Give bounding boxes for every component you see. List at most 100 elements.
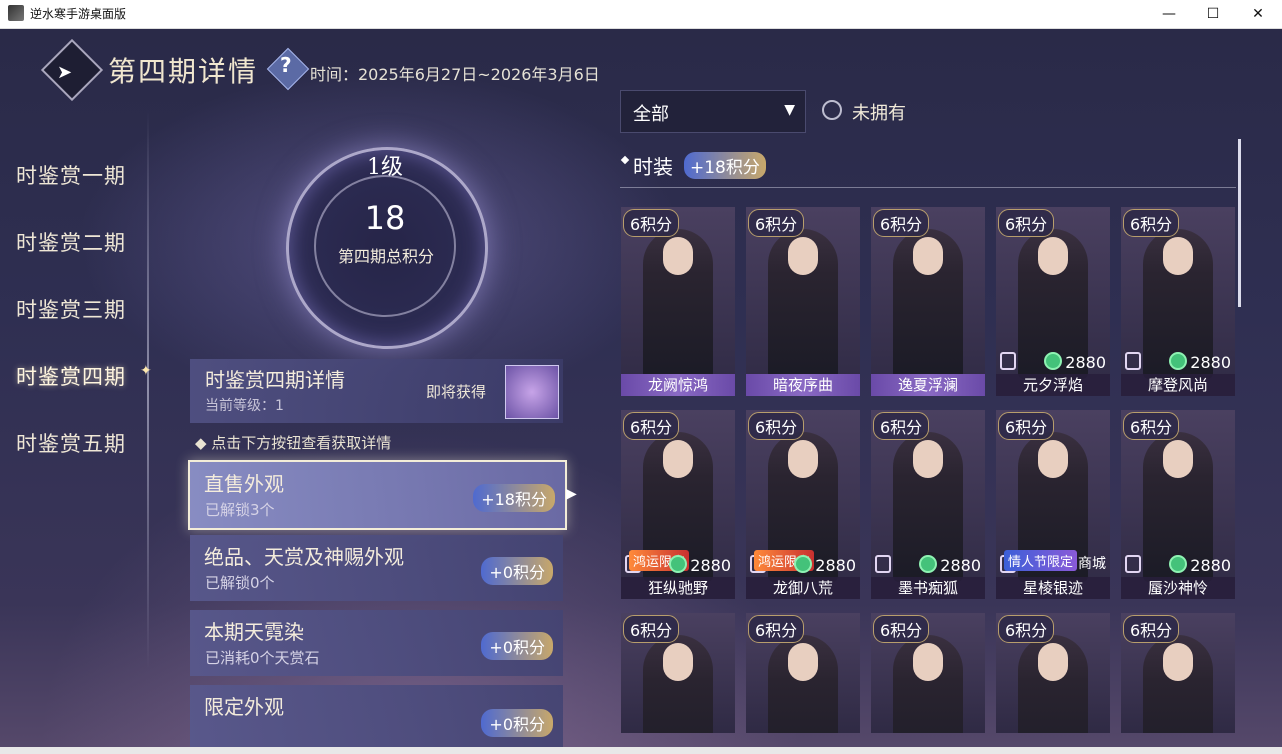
coming-soon-label: 即将获得 <box>426 383 487 401</box>
costume-card[interactable]: 6积分 2880 摩登风尚 <box>1121 207 1235 396</box>
costume-face <box>663 237 693 275</box>
costume-face <box>788 237 818 275</box>
window-titlebar: 逆水寒手游桌面版 — ☐ ✕ <box>0 0 1282 29</box>
costume-card[interactable]: 6积分 暗夜序曲 <box>746 207 860 396</box>
costume-face <box>1163 440 1193 478</box>
close-button[interactable]: ✕ <box>1235 0 1281 28</box>
costume-card[interactable]: 6积分逸夏浮澜 <box>871 207 985 396</box>
costume-card[interactable]: 6积分 情人节限定 商城 星棱银迹 <box>996 410 1110 599</box>
lock-icon <box>1125 555 1141 573</box>
nav-item-period-1[interactable]: 时鉴赏一期 <box>16 160 126 190</box>
nav-item-period-4[interactable]: 时鉴赏四期 <box>16 361 126 391</box>
category-points: +18积分 <box>473 484 555 512</box>
grid-scrollbar[interactable] <box>1238 139 1241 307</box>
costume-card[interactable]: 6积分 龙阙惊鸿 <box>621 207 735 396</box>
current-level: 当前等级：1 <box>205 398 284 414</box>
costume-face <box>1038 440 1068 478</box>
costume-face <box>913 440 943 478</box>
lock-icon <box>1000 352 1016 370</box>
costume-card[interactable]: 6积分 <box>746 613 860 733</box>
lock-icon <box>1125 352 1141 370</box>
costume-points: 6积分 <box>623 412 680 440</box>
costume-name: 蜃沙神怜 <box>1121 577 1235 599</box>
maximize-button[interactable]: ☐ <box>1190 0 1236 28</box>
jade-coin-icon <box>1169 555 1188 573</box>
costume-card[interactable]: 6积分 2880 蜃沙神怜 <box>1121 410 1235 599</box>
price-value: 2880 <box>1190 556 1231 575</box>
costume-card[interactable]: 6积分 <box>996 613 1110 733</box>
costume-face <box>913 643 943 681</box>
costume-face <box>663 643 693 681</box>
app-icon <box>8 5 24 21</box>
category-dye[interactable]: 本期天霓染 已消耗0个天赏石 +0积分 <box>190 610 563 676</box>
costume-card[interactable]: 6积分 <box>621 613 735 733</box>
back-arrow-icon: ➤ <box>57 62 73 83</box>
hint-text: ◆ 点击下方按钮查看获取详情 <box>195 434 392 452</box>
active-indicator-icon: ✦ <box>140 363 152 379</box>
costume-points: 6积分 <box>623 209 680 237</box>
costume-price: 2880 <box>669 555 731 575</box>
costume-face <box>788 643 818 681</box>
nav-item-period-2[interactable]: 时鉴赏二期 <box>16 227 126 257</box>
costume-card[interactable]: 6积分 鸿运限定 2880 狂纵驰野 <box>621 410 735 599</box>
price-value: 2880 <box>1190 353 1231 372</box>
costume-name: 逸夏浮澜 <box>871 374 985 396</box>
costume-points: 6积分 <box>873 209 930 237</box>
chevron-down-icon: ▼ <box>784 102 795 118</box>
price-value: 2880 <box>815 556 856 575</box>
costume-card[interactable]: 6积分 <box>871 613 985 733</box>
price-value: 2880 <box>940 556 981 575</box>
jade-coin-icon <box>1169 352 1188 370</box>
filter-value: 全部 <box>633 104 669 125</box>
category-points: +0积分 <box>481 557 553 585</box>
category-sub: 已解锁0个 <box>205 574 275 592</box>
category-limited[interactable]: 限定外观 +0积分 <box>190 685 563 747</box>
category-title: 绝品、天赏及神赐外观 <box>204 545 404 569</box>
selected-arrow-icon: ▶ <box>566 486 577 502</box>
costume-price: 2880 <box>1169 555 1231 575</box>
price-value: 2880 <box>690 556 731 575</box>
jade-coin-icon <box>1044 352 1063 370</box>
costume-name: 元夕浮焰 <box>996 374 1110 396</box>
costume-face <box>1038 643 1068 681</box>
costume-card[interactable]: 6积分 2880 元夕浮焰 <box>996 207 1110 396</box>
section-divider <box>620 187 1236 188</box>
costume-points: 6积分 <box>873 412 930 440</box>
costume-face <box>788 440 818 478</box>
page-title: 第四期详情 <box>108 55 259 88</box>
costume-price: 2880 <box>794 555 856 575</box>
total-score: 18 <box>364 199 406 237</box>
costume-card[interactable]: 6积分 <box>1121 613 1235 733</box>
nav-item-period-5[interactable]: 时鉴赏五期 <box>16 428 126 458</box>
filter-dropdown[interactable]: 全部 ▼ <box>620 90 806 133</box>
costume-points: 6积分 <box>748 615 805 643</box>
costume-card[interactable]: 6积分 鸿运限定 2880 龙御八荒 <box>746 410 860 599</box>
category-sub: 已消耗0个天赏石 <box>205 649 320 667</box>
reward-item-icon[interactable] <box>505 365 559 419</box>
costume-points: 6积分 <box>1123 412 1180 440</box>
costume-face <box>1038 237 1068 275</box>
costume-points: 6积分 <box>998 209 1055 237</box>
costume-card[interactable]: 6积分 2880 墨书痴狐 <box>871 410 985 599</box>
category-title: 直售外观 <box>204 472 284 496</box>
total-score-label: 第四期总积分 <box>337 247 434 266</box>
costume-name: 摩登风尚 <box>1121 374 1235 396</box>
unowned-radio[interactable] <box>822 100 842 120</box>
category-points: +0积分 <box>481 632 553 660</box>
category-direct-sale[interactable]: 直售外观 已解锁3个 +18积分 <box>188 460 567 530</box>
costume-points: 6积分 <box>998 412 1055 440</box>
costume-price: 2880 <box>1169 352 1231 372</box>
costume-name: 星棱银迹 <box>996 577 1110 599</box>
detail-title: 时鉴赏四期详情 <box>205 368 345 392</box>
costume-points: 6积分 <box>1123 615 1180 643</box>
nav-item-period-3[interactable]: 时鉴赏三期 <box>16 294 126 324</box>
help-question-mark: ? <box>280 53 292 77</box>
category-premium[interactable]: 绝品、天赏及神赐外观 已解锁0个 +0积分 <box>190 535 563 601</box>
costume-face <box>913 237 943 275</box>
minimize-button[interactable]: — <box>1146 0 1192 28</box>
costume-points: 6积分 <box>998 615 1055 643</box>
nav-divider <box>147 109 149 669</box>
costume-points: 6积分 <box>748 412 805 440</box>
costume-face <box>663 440 693 478</box>
period-text: 时间：2025年6月27日~2026年3月6日 <box>310 65 600 84</box>
